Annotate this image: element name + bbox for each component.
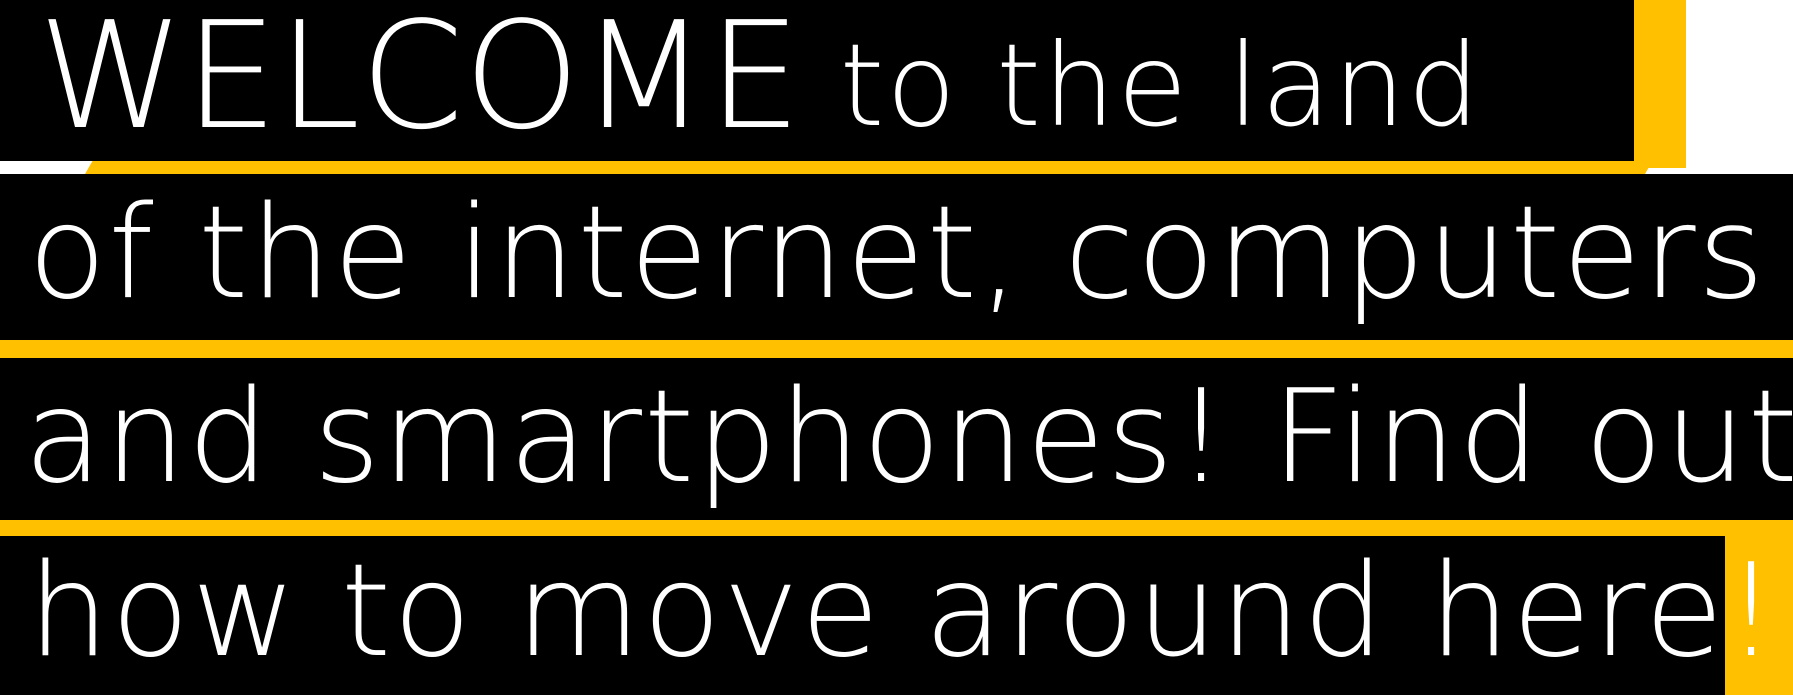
accent-stripe [0, 340, 1793, 358]
banner-line-3: and smartphones! Find out [0, 358, 1793, 520]
banner-line-4-text: how to move around here! [28, 537, 1779, 686]
banner-line-2-text: of the internet, computers [28, 179, 1767, 328]
banner-line-2: of the internet, computers [0, 174, 1793, 340]
accent-stripe [85, 160, 1654, 174]
banner-line-4: how to move around here! [0, 536, 1777, 695]
banner-line-3-text: and smartphones! Find out [24, 363, 1793, 512]
accent-stripe [0, 520, 1793, 536]
accent-stripe [1630, 0, 1686, 168]
banner-line-1: WELCOME to the land [0, 0, 1634, 161]
welcome-word: WELCOME [38, 0, 802, 162]
welcome-banner: WELCOME to the land of the internet, com… [0, 0, 1793, 695]
banner-line-1-rest: to the land [801, 19, 1482, 152]
